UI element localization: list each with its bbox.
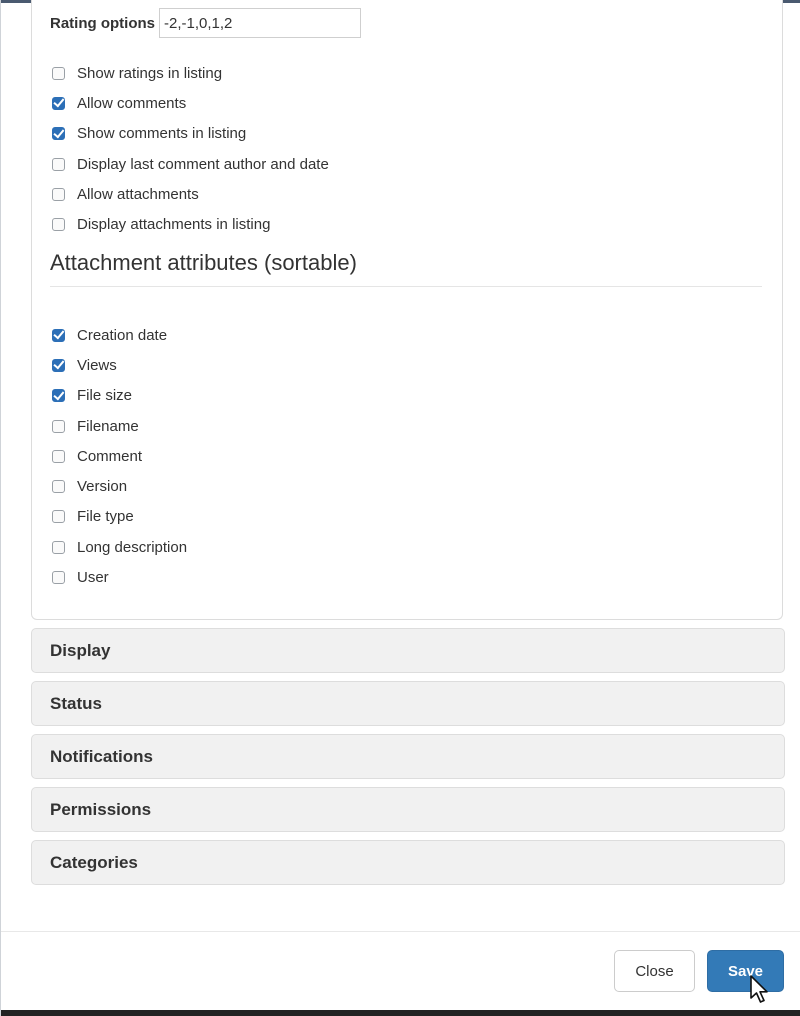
checkbox[interactable] bbox=[52, 419, 65, 433]
accordion-header-categories[interactable]: Categories bbox=[31, 840, 785, 885]
option-show-comments-in-listing[interactable]: Show comments in listing bbox=[52, 119, 329, 149]
attribute-long-description[interactable]: Long description bbox=[52, 532, 187, 562]
bottom-edge bbox=[1, 1010, 800, 1016]
rating-options-input[interactable] bbox=[159, 8, 361, 38]
checkbox[interactable] bbox=[52, 187, 65, 201]
close-button[interactable]: Close bbox=[614, 950, 695, 992]
attribute-label: Creation date bbox=[77, 326, 168, 344]
modal-footer-divider bbox=[1, 931, 800, 932]
option-label: Display last comment author and date bbox=[77, 155, 329, 173]
attribute-creation-date[interactable]: Creation date bbox=[52, 320, 187, 350]
checkbox[interactable] bbox=[52, 449, 65, 463]
attribute-label: Comment bbox=[77, 447, 143, 465]
option-label: Display attachments in listing bbox=[77, 216, 271, 234]
accordion-header-permissions[interactable]: Permissions bbox=[31, 787, 785, 832]
attribute-label: Version bbox=[77, 478, 128, 496]
checkbox[interactable] bbox=[52, 389, 65, 403]
checkbox[interactable] bbox=[52, 127, 65, 141]
option-show-ratings-in-listing[interactable]: Show ratings in listing bbox=[52, 58, 329, 88]
option-label: Allow attachments bbox=[77, 185, 199, 203]
attribute-label: Filename bbox=[77, 417, 139, 435]
attribute-label: Views bbox=[77, 356, 117, 374]
checkbox[interactable] bbox=[52, 66, 65, 80]
option-label: Show ratings in listing bbox=[77, 64, 223, 82]
option-display-last-comment-author[interactable]: Display last comment author and date bbox=[52, 149, 329, 179]
checkbox[interactable] bbox=[52, 157, 65, 171]
option-display-attachments-in-listing[interactable]: Display attachments in listing bbox=[52, 209, 329, 239]
attribute-comment[interactable]: Comment bbox=[52, 441, 187, 471]
option-allow-comments[interactable]: Allow comments bbox=[52, 88, 329, 118]
attribute-label: File type bbox=[77, 508, 134, 526]
accordion-header-display[interactable]: Display bbox=[31, 628, 785, 673]
option-allow-attachments[interactable]: Allow attachments bbox=[52, 179, 329, 209]
checkbox[interactable] bbox=[52, 510, 65, 524]
checkbox[interactable] bbox=[52, 540, 65, 554]
features-panel-body: Rating options Show ratings in listing A… bbox=[31, 0, 783, 620]
option-label: Allow comments bbox=[77, 94, 187, 112]
accordion-header-status[interactable]: Status bbox=[31, 681, 785, 726]
checkbox[interactable] bbox=[52, 328, 65, 342]
rating-options-row: Rating options bbox=[50, 8, 361, 38]
attribute-file-size[interactable]: File size bbox=[52, 381, 187, 411]
checkbox[interactable] bbox=[52, 480, 65, 494]
mouse-pointer-icon bbox=[750, 975, 768, 1003]
attribute-filename[interactable]: Filename bbox=[52, 411, 187, 441]
checkbox[interactable] bbox=[52, 96, 65, 110]
modal-content: Rating options Show ratings in listing A… bbox=[0, 0, 800, 1016]
attribute-views[interactable]: Views bbox=[52, 350, 187, 380]
attribute-version[interactable]: Version bbox=[52, 471, 187, 501]
attribute-user[interactable]: User bbox=[52, 562, 187, 592]
option-label: Show comments in listing bbox=[77, 125, 247, 143]
settings-accordion: Display Status Notifications Permissions… bbox=[31, 628, 785, 893]
save-button[interactable]: Save bbox=[707, 950, 784, 992]
checkbox[interactable] bbox=[52, 571, 65, 585]
attachment-attributes-list: Creation date Views File size Filename C… bbox=[52, 320, 187, 593]
attribute-label: File size bbox=[77, 387, 133, 405]
attribute-label: Long description bbox=[77, 538, 188, 556]
rating-options-label: Rating options bbox=[50, 14, 155, 32]
checkbox[interactable] bbox=[52, 218, 65, 232]
checkbox[interactable] bbox=[52, 358, 65, 372]
attribute-file-type[interactable]: File type bbox=[52, 502, 187, 532]
general-options-list: Show ratings in listing Allow comments S… bbox=[52, 58, 329, 240]
attachment-attributes-heading: Attachment attributes (sortable) bbox=[50, 250, 762, 287]
attribute-label: User bbox=[77, 569, 109, 587]
accordion-header-notifications[interactable]: Notifications bbox=[31, 734, 785, 779]
